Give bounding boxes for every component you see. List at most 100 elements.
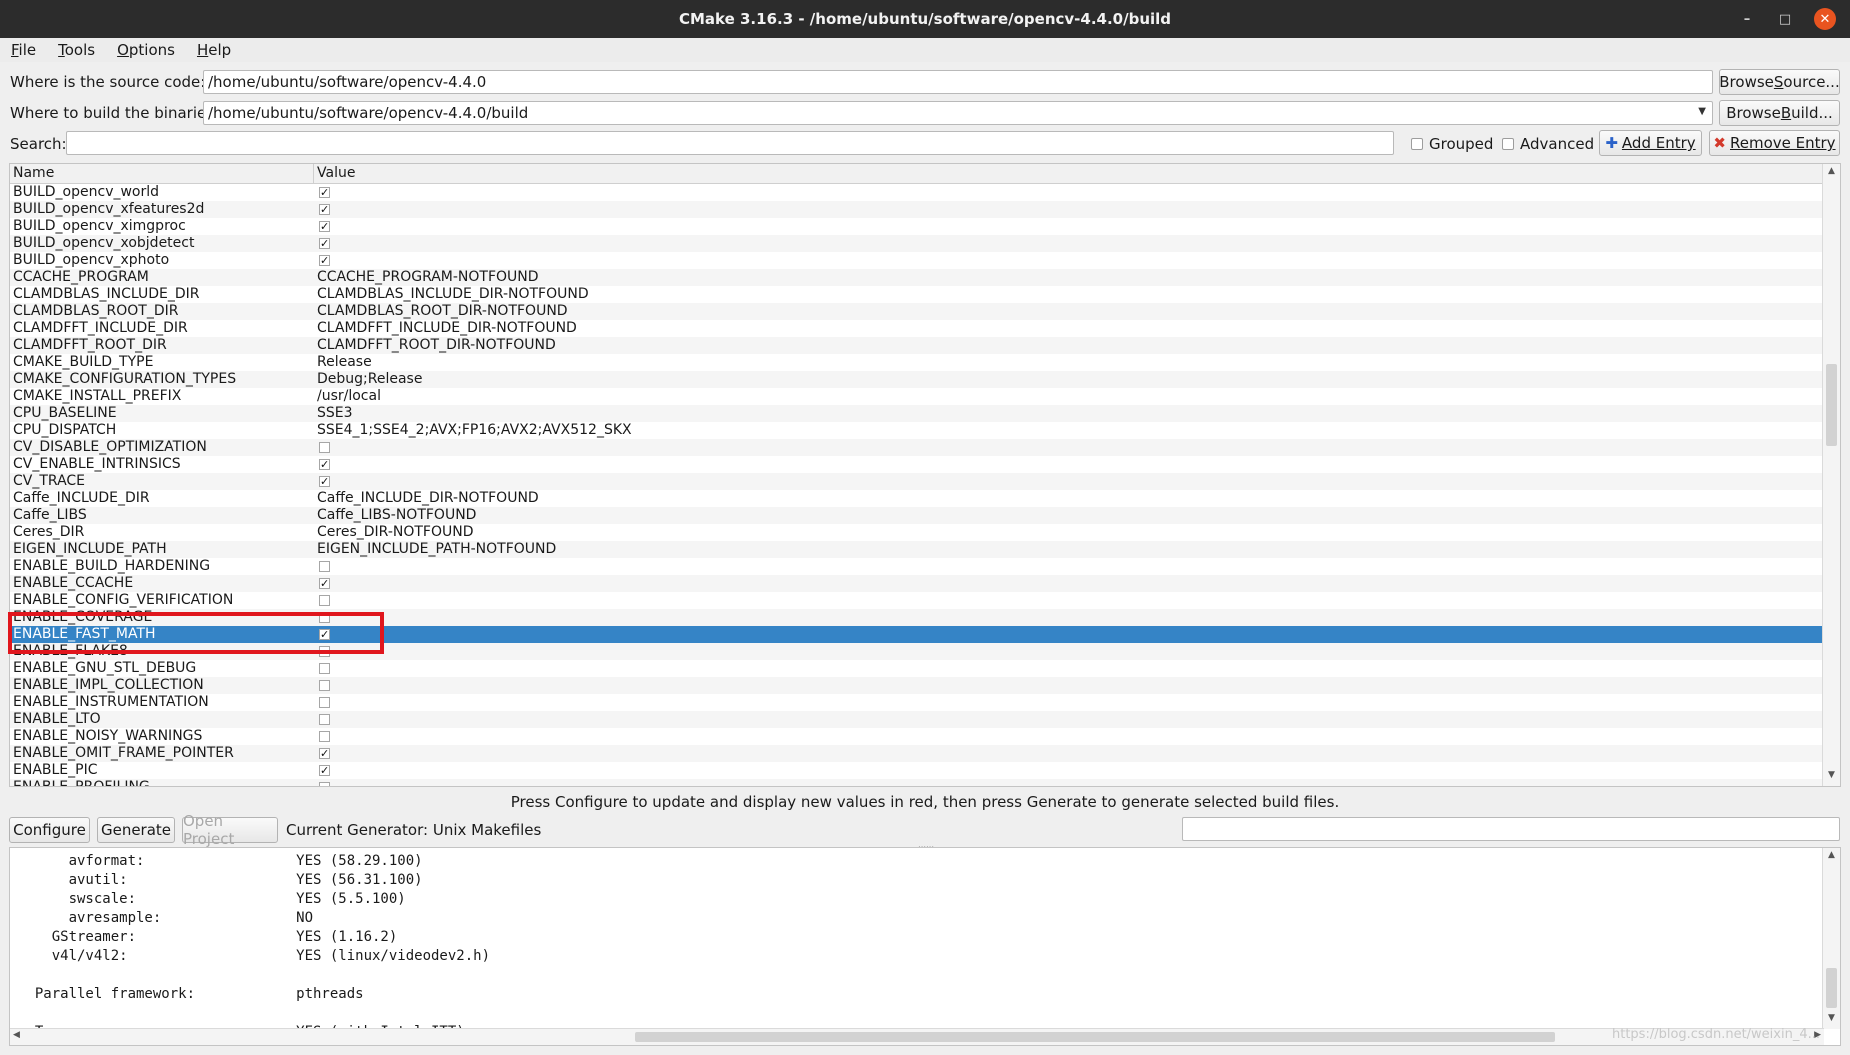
table-scrollbar[interactable]: ▲ ▼ (1822, 164, 1840, 786)
table-row[interactable]: Caffe_LIBS Caffe_LIBS-NOTFOUND (10, 507, 1824, 524)
table-row[interactable]: CMAKE_CONFIGURATION_TYPES Debug;Release (10, 371, 1824, 388)
table-row[interactable]: CMAKE_BUILD_TYPE Release (10, 354, 1824, 371)
table-row[interactable]: CLAMDBLAS_ROOT_DIR CLAMDBLAS_ROOT_DIR-NOT… (10, 303, 1824, 320)
scroll-up-icon[interactable]: ▲ (1823, 166, 1840, 180)
minimize-icon[interactable]: – (1738, 10, 1756, 28)
table-row[interactable]: ENABLE_INSTRUMENTATION (10, 694, 1824, 711)
output-hscrollbar[interactable]: ◀ ▶ (10, 1028, 1824, 1045)
table-row[interactable]: ENABLE_IMPL_COLLECTION (10, 677, 1824, 694)
value-checkbox[interactable] (319, 782, 330, 786)
table-row[interactable]: ENABLE_OMIT_FRAME_POINTER ✓ (10, 745, 1824, 762)
table-row[interactable]: CLAMDFFT_ROOT_DIR CLAMDFFT_ROOT_DIR-NOTFO… (10, 337, 1824, 354)
close-icon[interactable]: ✕ (1814, 8, 1836, 30)
table-row[interactable]: CLAMDBLAS_INCLUDE_DIR CLAMDBLAS_INCLUDE_D… (10, 286, 1824, 303)
value-checkbox[interactable] (319, 663, 330, 674)
open-project-button[interactable]: Open Project (182, 812, 278, 848)
cell-value[interactable]: CLAMDBLAS_INCLUDE_DIR-NOTFOUND (317, 286, 589, 303)
table-row[interactable]: Ceres_DIR Ceres_DIR-NOTFOUND (10, 524, 1824, 541)
advanced-checkbox[interactable]: Advanced (1502, 135, 1594, 153)
browse-build-button[interactable]: Browse Build... (1719, 100, 1840, 126)
cell-value[interactable]: Release (317, 354, 372, 371)
value-checkbox[interactable] (319, 680, 330, 691)
grouped-check[interactable] (1411, 138, 1423, 150)
table-row[interactable]: ENABLE_PIC ✓ (10, 762, 1824, 779)
table-row[interactable]: ENABLE_LTO (10, 711, 1824, 728)
table-row[interactable]: ENABLE_BUILD_HARDENING (10, 558, 1824, 575)
hscrollbar-thumb[interactable] (635, 1032, 1555, 1042)
table-row[interactable]: BUILD_opencv_xphoto ✓ (10, 252, 1824, 269)
value-checkbox[interactable]: ✓ (319, 187, 330, 198)
value-checkbox[interactable]: ✓ (319, 221, 330, 232)
column-header-name[interactable]: Name (13, 165, 54, 181)
cell-value[interactable]: SSE4_1;SSE4_2;AVX;FP16;AVX2;AVX512_SKX (317, 422, 632, 439)
scroll-up-icon[interactable]: ▲ (1823, 850, 1840, 864)
table-row[interactable]: CV_TRACE ✓ (10, 473, 1824, 490)
menu-help[interactable]: Help (186, 41, 242, 59)
menu-tools[interactable]: Tools (47, 41, 106, 59)
value-checkbox[interactable] (319, 595, 330, 606)
build-path-combobox[interactable]: /home/ubuntu/software/opencv-4.4.0/build… (203, 101, 1713, 125)
remove-entry-button[interactable]: ✖ Remove Entry (1709, 130, 1840, 156)
generate-button[interactable]: Generate (97, 817, 175, 843)
menu-options[interactable]: Options (106, 41, 186, 59)
cell-value[interactable]: CLAMDFFT_INCLUDE_DIR-NOTFOUND (317, 320, 577, 337)
cell-value[interactable]: CLAMDFFT_ROOT_DIR-NOTFOUND (317, 337, 556, 354)
cell-value[interactable]: /usr/local (317, 388, 381, 405)
table-row[interactable]: ENABLE_PROFILING (10, 779, 1824, 786)
scrollbar-thumb[interactable] (1826, 968, 1837, 1008)
value-checkbox[interactable]: ✓ (319, 238, 330, 249)
value-checkbox[interactable] (319, 714, 330, 725)
value-checkbox[interactable] (319, 697, 330, 708)
value-checkbox[interactable] (319, 442, 330, 453)
cell-value[interactable]: CCACHE_PROGRAM-NOTFOUND (317, 269, 539, 286)
table-row[interactable]: BUILD_opencv_world ✓ (10, 184, 1824, 201)
scroll-down-icon[interactable]: ▼ (1823, 1013, 1840, 1027)
value-checkbox[interactable]: ✓ (319, 578, 330, 589)
scroll-left-icon[interactable]: ◀ (13, 1030, 20, 1040)
table-row[interactable]: ENABLE_CONFIG_VERIFICATION (10, 592, 1824, 609)
source-path-input[interactable]: /home/ubuntu/software/opencv-4.4.0 (203, 70, 1713, 94)
table-row[interactable]: BUILD_opencv_ximgproc ✓ (10, 218, 1824, 235)
configure-button[interactable]: Configure (9, 817, 90, 843)
value-checkbox[interactable]: ✓ (319, 476, 330, 487)
value-checkbox[interactable]: ✓ (319, 459, 330, 470)
value-checkbox[interactable] (319, 731, 330, 742)
table-row[interactable]: CPU_DISPATCH SSE4_1;SSE4_2;AVX;FP16;AVX2;… (10, 422, 1824, 439)
chevron-down-icon[interactable]: ▼ (1698, 106, 1706, 117)
cell-value[interactable]: Ceres_DIR-NOTFOUND (317, 524, 473, 541)
table-row[interactable]: Caffe_INCLUDE_DIR Caffe_INCLUDE_DIR-NOTFO… (10, 490, 1824, 507)
table-row[interactable]: CMAKE_INSTALL_PREFIX/usr/local (10, 388, 1824, 405)
cell-value[interactable]: SSE3 (317, 405, 353, 422)
cell-value[interactable]: CLAMDBLAS_ROOT_DIR-NOTFOUND (317, 303, 568, 320)
table-row[interactable]: BUILD_opencv_xfeatures2d ✓ (10, 201, 1824, 218)
column-divider[interactable] (313, 164, 314, 183)
value-checkbox[interactable] (319, 561, 330, 572)
output-scrollbar[interactable]: ▲ ▼ (1822, 848, 1840, 1029)
value-checkbox[interactable]: ✓ (319, 255, 330, 266)
table-row[interactable]: ENABLE_GNU_STL_DEBUG (10, 660, 1824, 677)
table-row[interactable]: CCACHE_PROGRAM CCACHE_PROGRAM-NOTFOUND (10, 269, 1824, 286)
advanced-check[interactable] (1502, 138, 1514, 150)
cell-value[interactable]: EIGEN_INCLUDE_PATH-NOTFOUND (317, 541, 556, 558)
table-row[interactable]: ENABLE_NOISY_WARNINGS (10, 728, 1824, 745)
table-row[interactable]: CPU_BASELINE SSE3 (10, 405, 1824, 422)
scroll-down-icon[interactable]: ▼ (1823, 770, 1840, 784)
cell-value[interactable]: Caffe_INCLUDE_DIR-NOTFOUND (317, 490, 539, 507)
table-row[interactable]: EIGEN_INCLUDE_PATH EIGEN_INCLUDE_PATH-NOT… (10, 541, 1824, 558)
table-row[interactable]: CV_DISABLE_OPTIMIZATION (10, 439, 1824, 456)
maximize-icon[interactable]: □ (1776, 10, 1794, 28)
scrollbar-thumb[interactable] (1826, 364, 1837, 446)
cell-value[interactable]: Debug;Release (317, 371, 422, 388)
table-row[interactable]: BUILD_opencv_xobjdetect ✓ (10, 235, 1824, 252)
menu-file[interactable]: File (0, 41, 47, 59)
grouped-checkbox[interactable]: Grouped (1411, 135, 1493, 153)
browse-source-button[interactable]: Browse Source... (1719, 69, 1840, 95)
table-row[interactable]: CLAMDFFT_INCLUDE_DIR CLAMDFFT_INCLUDE_DIR… (10, 320, 1824, 337)
value-checkbox[interactable]: ✓ (319, 765, 330, 776)
output-filter-input[interactable] (1182, 817, 1840, 841)
value-checkbox[interactable]: ✓ (319, 204, 330, 215)
cell-value[interactable]: Caffe_LIBS-NOTFOUND (317, 507, 476, 524)
column-header-value[interactable]: Value (317, 165, 355, 181)
table-row[interactable]: ENABLE_CCACHE ✓ (10, 575, 1824, 592)
add-entry-button[interactable]: ✚ Add Entry (1599, 130, 1702, 156)
